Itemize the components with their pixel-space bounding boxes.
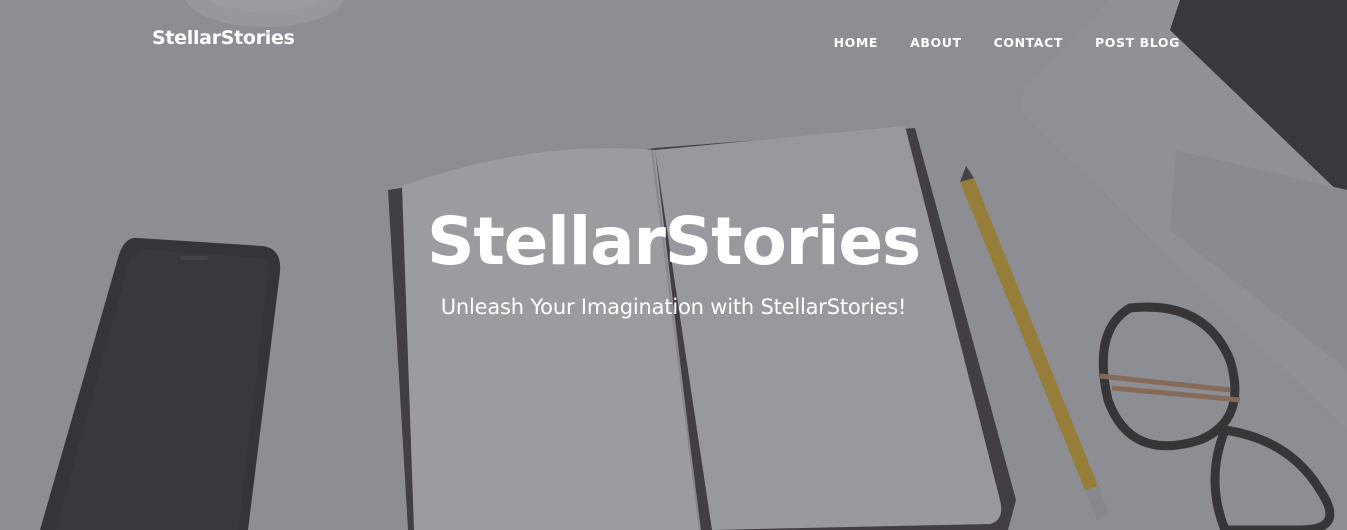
nav-item-contact: CONTACT bbox=[994, 32, 1063, 51]
hero-section: StellarStories HOME ABOUT CONTACT POST B… bbox=[0, 0, 1347, 530]
nav-link-contact[interactable]: CONTACT bbox=[994, 35, 1063, 50]
nav-item-home: HOME bbox=[834, 32, 878, 51]
brand-logo-link[interactable]: StellarStories bbox=[152, 27, 295, 49]
hero-title: StellarStories bbox=[426, 203, 921, 280]
main-navbar: StellarStories HOME ABOUT CONTACT POST B… bbox=[0, 0, 1347, 80]
nav-item-post-blog: POST BLOG bbox=[1095, 32, 1180, 51]
hero-subtitle: Unleash Your Imagination with StellarSto… bbox=[440, 295, 907, 320]
hero-heading: StellarStories Unleash Your Imagination … bbox=[0, 202, 1347, 319]
nav-link-post-blog[interactable]: POST BLOG bbox=[1095, 35, 1180, 50]
nav-item-about: ABOUT bbox=[910, 32, 962, 51]
nav-link-about[interactable]: ABOUT bbox=[910, 35, 962, 50]
nav-links: HOME ABOUT CONTACT POST BLOG bbox=[834, 32, 1180, 51]
nav-link-home[interactable]: HOME bbox=[834, 35, 878, 50]
